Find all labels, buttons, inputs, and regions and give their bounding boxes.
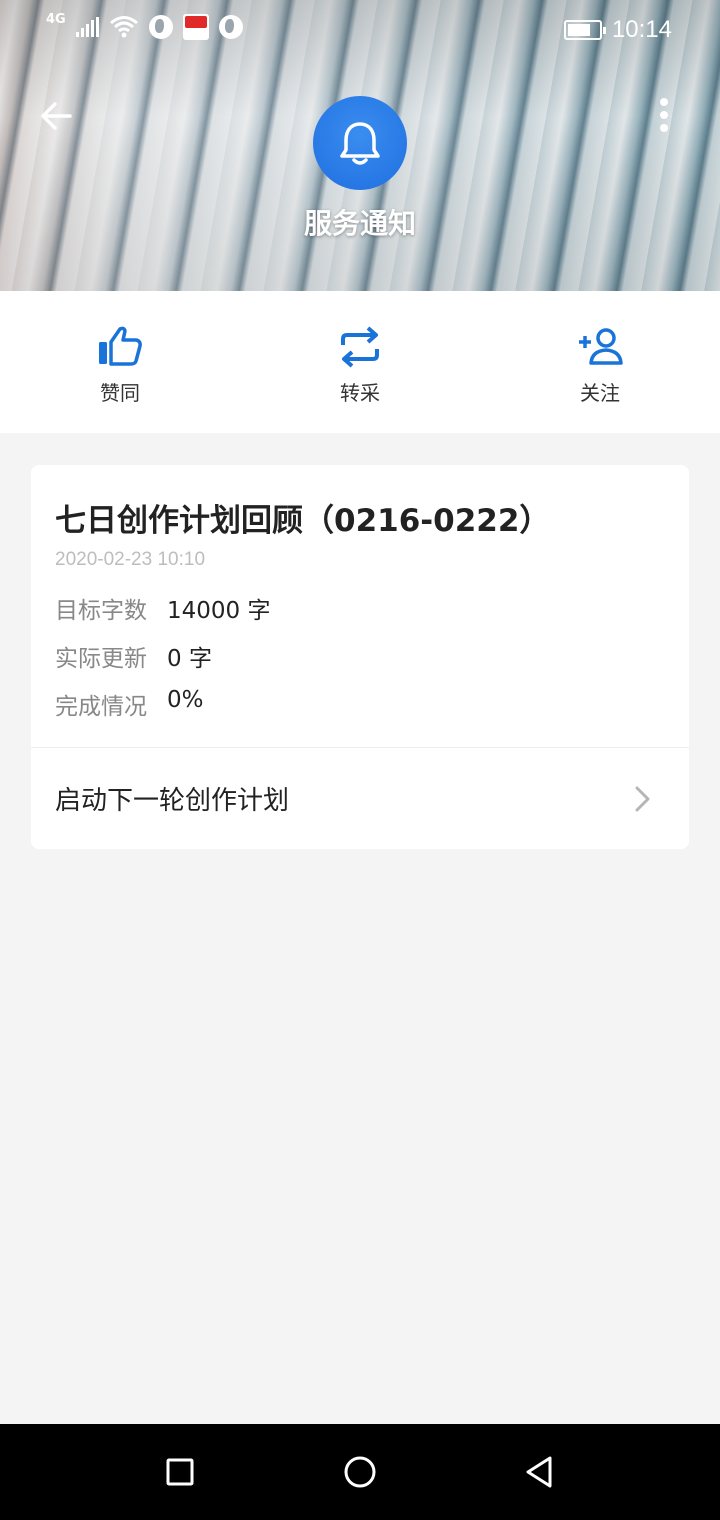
stat-value: 0% [167,687,204,713]
stat-value: 14000 字 [167,598,271,624]
card-timestamp: 2020-02-23 10:10 [55,549,206,570]
start-next-plan-link[interactable]: 启动下一轮创作计划 [31,748,689,849]
add-user-icon [579,328,623,365]
thumbs-up-icon [99,326,142,366]
chevron-right-icon [635,786,650,812]
battery-icon [563,20,606,40]
arrow-left-icon[interactable] [36,96,76,136]
page-title: 服务通知 [303,207,416,240]
status-right: 10:14 [563,16,672,44]
wifi-icon [109,16,138,38]
repost-label: 转采 [340,381,380,405]
globe-icon [148,15,173,39]
repost-button[interactable]: 转采 [240,291,480,433]
stat-key: 实际更新 [55,646,147,672]
notification-card: 七日创作计划回顾（0216-0222） 2020-02-23 10:10 目标字… [31,465,689,849]
like-label: 赞同 [100,381,140,405]
network-type: 4G [46,11,66,27]
more-vertical-icon[interactable] [652,96,676,136]
start-next-plan-label: 启动下一轮创作计划 [55,786,290,816]
follow-label: 关注 [580,381,620,405]
system-nav-bar [0,1424,720,1520]
status-bar: 4G 10:14 [0,0,720,60]
like-button[interactable]: 赞同 [0,291,240,433]
stat-row-target: 目标字数 14000 字 [55,591,270,625]
stat-key: 完成情况 [55,694,147,720]
home-icon[interactable] [340,1454,380,1490]
avatar [313,96,407,190]
back-triangle-icon[interactable] [520,1454,560,1490]
globe-icon [218,15,243,39]
stat-row-actual: 实际更新 0 字 [55,639,212,673]
signal-icon [75,17,99,37]
news-app-icon [182,14,209,40]
stat-value: 0 字 [167,646,212,672]
stat-key: 目标字数 [55,598,147,624]
status-time: 10:14 [611,16,672,43]
stat-row-completion: 完成情况 0% [55,687,204,721]
action-bar: 赞同 转采 关注 [0,291,720,433]
header-banner: 4G 10:14 服务通知 [0,0,720,291]
recent-apps-icon[interactable] [160,1454,200,1490]
follow-button[interactable]: 关注 [480,291,720,433]
card-title: 七日创作计划回顾（0216-0222） [55,503,551,539]
bell-icon [340,122,380,165]
repost-icon [341,326,379,368]
status-left: 4G [46,11,243,40]
